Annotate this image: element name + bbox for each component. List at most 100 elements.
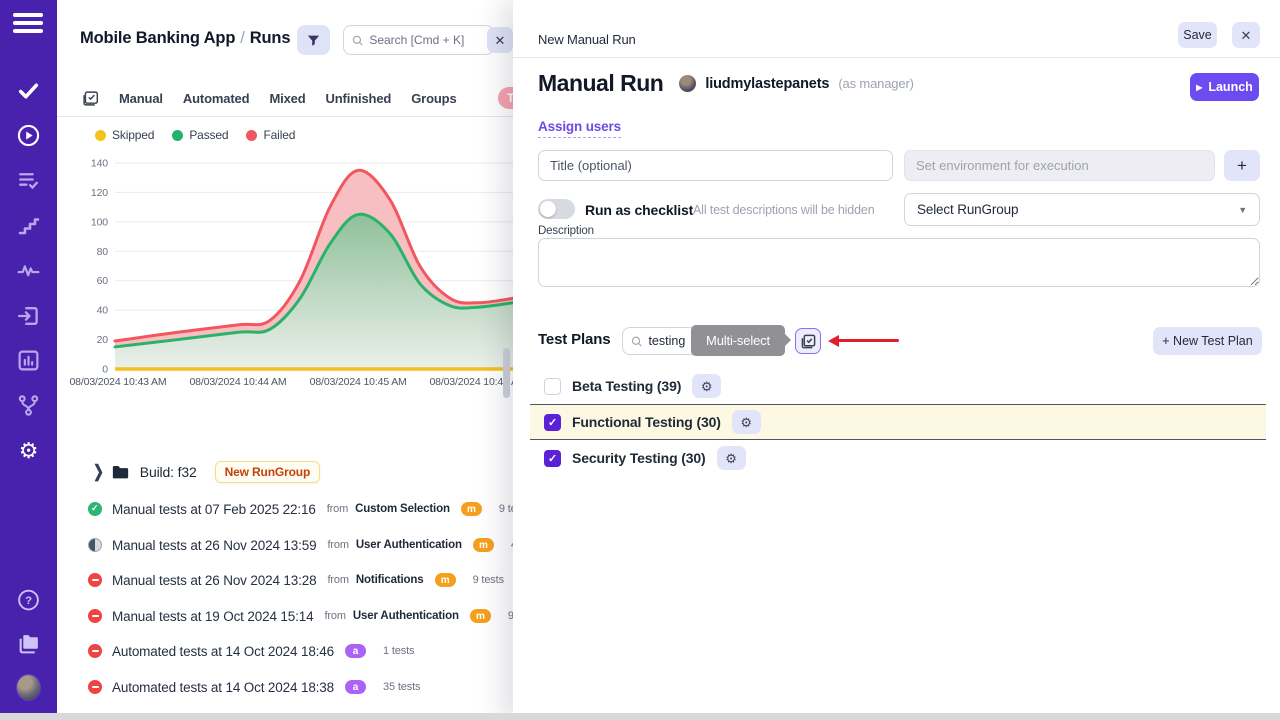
run-title[interactable]: Automated tests at 14 Oct 2024 18:38 (112, 680, 334, 695)
sidebar-report-icon[interactable] (16, 348, 41, 373)
run-row[interactable]: Automated tests at 14 Oct 2024 18:38a35 … (57, 675, 513, 699)
multi-select-tooltip: Multi-select (691, 325, 785, 356)
funnel-icon (306, 33, 321, 48)
folder-icon (112, 465, 129, 479)
sidebar-steps-icon[interactable] (16, 213, 41, 238)
environment-input[interactable] (904, 150, 1215, 181)
manager-name[interactable]: liudmylastepanets (705, 76, 829, 92)
test-plan-row[interactable]: Functional Testing (30) ⚙ (530, 404, 1266, 440)
run-title-input[interactable] (538, 150, 893, 181)
sidebar-projects-icon[interactable] (16, 631, 41, 656)
legend-skipped[interactable]: Skipped (95, 128, 154, 142)
close-icon[interactable]: ✕ (1232, 22, 1260, 48)
menu-icon[interactable] (13, 13, 43, 37)
sidebar-check-icon[interactable] (16, 78, 41, 103)
trash-tab-badge[interactable]: Tra (498, 87, 513, 109)
svg-text:60: 60 (97, 275, 109, 287)
tab-unfinished[interactable]: Unfinished (326, 91, 392, 106)
run-title[interactable]: Manual tests at 26 Nov 2024 13:28 (112, 573, 316, 588)
new-run-modal: New Manual Run Save ✕ Manual Run liudmyl… (513, 0, 1280, 720)
tab-automated[interactable]: Automated (183, 91, 250, 106)
rungroup-row[interactable]: ❯ Build: f32 New RunGroup (57, 458, 320, 486)
sidebar-help-icon[interactable]: ? (16, 587, 41, 612)
svg-text:20: 20 (97, 334, 109, 346)
chart-legend: Skipped Passed Failed (95, 128, 295, 142)
modal-title-row: Manual Run liudmylastepanets (as manager… (538, 70, 914, 97)
breadcrumb-page[interactable]: Runs (250, 29, 291, 47)
add-environment-button[interactable]: + (1224, 150, 1260, 181)
search-clear-button[interactable]: ✕ (487, 27, 513, 53)
run-as-checklist-toggle[interactable] (538, 199, 575, 219)
horizontal-scrollbar[interactable] (0, 713, 1280, 720)
tab-groups[interactable]: Groups (411, 91, 456, 106)
runs-tabs: Manual Automated Mixed Unfinished Groups Tra (57, 80, 513, 117)
plan-settings-button[interactable]: ⚙ (732, 410, 761, 434)
multi-select-checkbox-icon (801, 334, 816, 349)
svg-text:140: 140 (91, 158, 108, 170)
sidebar-settings-gear-icon[interactable]: ⚙ (16, 438, 41, 463)
sidebar-activity-icon[interactable] (16, 258, 41, 283)
test-plan-row[interactable]: Beta Testing (39) ⚙ (513, 368, 1280, 404)
plan-settings-button[interactable]: ⚙ (717, 446, 746, 470)
run-title[interactable]: Manual tests at 07 Feb 2025 22:16 (112, 502, 316, 517)
tab-mixed[interactable]: Mixed (269, 91, 305, 106)
rungroup-label[interactable]: Build: f32 (140, 464, 197, 480)
search-input[interactable] (369, 33, 485, 47)
run-type-badge: m (473, 538, 494, 552)
modal-header: New Manual Run Save ✕ (513, 10, 1280, 58)
search-icon (352, 34, 363, 47)
run-title[interactable]: Automated tests at 14 Oct 2024 18:46 (112, 644, 334, 659)
runs-list-icon[interactable] (82, 90, 99, 107)
plan-name[interactable]: Beta Testing (39) (572, 378, 681, 394)
plan-name[interactable]: Functional Testing (30) (572, 414, 721, 430)
breadcrumb-project[interactable]: Mobile Banking App (80, 29, 235, 47)
run-source: User Authentication (353, 610, 459, 622)
svg-text:08/03/2024 10:43 AM: 08/03/2024 10:43 AM (69, 376, 166, 388)
multi-select-button[interactable] (795, 328, 821, 354)
launch-button[interactable]: ▶ Launch (1190, 73, 1259, 101)
new-rungroup-badge[interactable]: New RunGroup (215, 461, 321, 483)
svg-text:0: 0 (102, 364, 108, 376)
run-from-label: from (324, 610, 345, 622)
legend-failed[interactable]: Failed (246, 128, 295, 142)
tab-manual[interactable]: Manual (119, 91, 163, 106)
svg-text:120: 120 (91, 187, 108, 199)
sidebar-nav: ⚙ (0, 78, 57, 463)
vertical-scrollbar[interactable] (503, 348, 510, 398)
save-button[interactable]: Save (1178, 22, 1217, 48)
annotation-arrow (838, 339, 899, 342)
run-row[interactable]: Manual tests at 26 Nov 2024 13:59fromUse… (57, 533, 513, 557)
checklist-label: Run as checklist (585, 202, 693, 218)
run-row[interactable]: Manual tests at 19 Oct 2024 15:14 from Use… (57, 604, 513, 628)
sidebar-checklist-icon[interactable] (16, 168, 41, 193)
assign-users-link[interactable]: Assign users (538, 119, 621, 138)
plan-checkbox[interactable] (544, 378, 561, 395)
sidebar-play-circle-icon[interactable] (16, 123, 41, 148)
run-type-badge: a (345, 644, 366, 658)
plan-checkbox[interactable] (544, 450, 561, 467)
filter-button[interactable] (297, 25, 330, 55)
page-title: Manual Run (538, 70, 663, 97)
test-plan-row[interactable]: Security Testing (30) ⚙ (513, 440, 1280, 476)
rungroup-select[interactable]: Select RunGroup ▼ (904, 193, 1260, 226)
run-title[interactable]: Manual tests at 19 Oct 2024 15:14 (112, 609, 313, 624)
plan-name[interactable]: Security Testing (30) (572, 450, 706, 466)
manager-avatar[interactable] (679, 75, 696, 92)
plan-checkbox[interactable] (544, 414, 561, 431)
sidebar-user-avatar[interactable] (16, 675, 41, 700)
description-textarea[interactable] (538, 238, 1260, 287)
sidebar-import-icon[interactable] (16, 303, 41, 328)
plan-settings-button[interactable]: ⚙ (692, 374, 721, 398)
run-title[interactable]: Manual tests at 26 Nov 2024 13:59 (112, 538, 316, 553)
run-source: Custom Selection (355, 503, 450, 515)
run-row[interactable]: Manual tests at 26 Nov 2024 13:28fromNot… (57, 568, 513, 592)
sidebar-branch-icon[interactable] (16, 393, 41, 418)
run-row[interactable]: Manual tests at 07 Feb 2025 22:16fromCus… (57, 497, 513, 521)
status-passed-icon (88, 502, 102, 516)
new-test-plan-button[interactable]: + New Test Plan (1153, 327, 1262, 355)
run-row[interactable]: Automated tests at 14 Oct 2024 18:46a1 t… (57, 639, 513, 663)
legend-passed[interactable]: Passed (172, 128, 228, 142)
svg-text:100: 100 (91, 216, 108, 228)
app-sidebar: ⚙ ? (0, 0, 57, 714)
chevron-right-icon[interactable]: ❯ (93, 462, 104, 483)
